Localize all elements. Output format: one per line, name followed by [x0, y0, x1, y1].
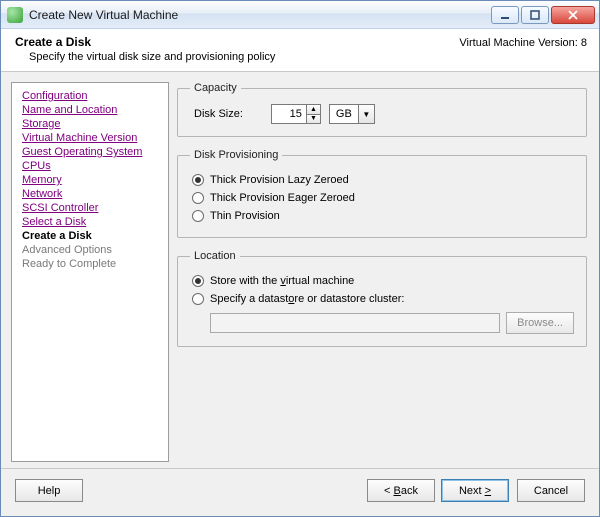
next-button[interactable]: Next > [441, 479, 509, 502]
location-option-with-vm[interactable]: Store with the virtual machine [190, 272, 574, 290]
browse-button: Browse... [506, 312, 574, 334]
radio-icon [192, 275, 204, 287]
close-button[interactable] [551, 6, 595, 24]
sidebar-item-vm-version[interactable]: Virtual Machine Version [12, 131, 168, 145]
location-label: Store with the virtual machine [210, 275, 354, 287]
provisioning-label: Thin Provision [210, 210, 280, 222]
titlebar: Create New Virtual Machine [1, 1, 599, 29]
wizard-body: Configuration Name and Location Storage … [1, 72, 599, 468]
cancel-button[interactable]: Cancel [517, 479, 585, 502]
sidebar-item-memory[interactable]: Memory [12, 173, 168, 187]
datastore-path-input [210, 313, 500, 333]
sidebar-item-cpus[interactable]: CPUs [12, 159, 168, 173]
window-title: Create New Virtual Machine [29, 8, 491, 22]
sidebar-item-name-location[interactable]: Name and Location [12, 103, 168, 117]
sidebar-item-configuration[interactable]: Configuration [12, 89, 168, 103]
back-button[interactable]: < Back [367, 479, 435, 502]
page-title: Create a Disk [15, 35, 275, 49]
maximize-icon [530, 10, 540, 20]
app-icon [7, 7, 23, 23]
capacity-group: Capacity Disk Size: ▲ ▼ GB ▼ [177, 82, 587, 137]
sidebar-item-create-disk: Create a Disk [12, 229, 168, 243]
radio-icon [192, 210, 204, 222]
spinner-up-button[interactable]: ▲ [306, 105, 320, 114]
radio-icon [192, 192, 204, 204]
disk-size-unit-select[interactable]: GB ▼ [329, 104, 375, 124]
provisioning-option-lazy[interactable]: Thick Provision Lazy Zeroed [190, 171, 574, 189]
page-subtitle: Specify the virtual disk size and provis… [29, 51, 275, 63]
provisioning-legend: Disk Provisioning [190, 149, 282, 161]
disk-size-row: Disk Size: ▲ ▼ GB ▼ [190, 104, 574, 124]
wizard-main: Capacity Disk Size: ▲ ▼ GB ▼ [169, 72, 599, 468]
location-group: Location Store with the virtual machine … [177, 250, 587, 347]
sidebar-item-ready: Ready to Complete [12, 257, 168, 271]
help-button[interactable]: Help [15, 479, 83, 502]
sidebar-item-advanced: Advanced Options [12, 243, 168, 257]
provisioning-option-thin[interactable]: Thin Provision [190, 207, 574, 225]
wizard-header: Create a Disk Specify the virtual disk s… [1, 29, 599, 72]
disk-size-unit-value: GB [336, 108, 352, 120]
location-option-specify[interactable]: Specify a datastore or datastore cluster… [190, 290, 574, 308]
spinner-down-button[interactable]: ▼ [306, 114, 320, 124]
sidebar-item-storage[interactable]: Storage [12, 117, 168, 131]
provisioning-label: Thick Provision Eager Zeroed [210, 192, 355, 204]
location-legend: Location [190, 250, 240, 262]
datastore-path-row: Browse... [210, 312, 574, 334]
nav-buttons: < Back Next > [367, 479, 509, 502]
capacity-legend: Capacity [190, 82, 241, 94]
cancel-group: Cancel [517, 479, 585, 502]
minimize-icon [500, 10, 510, 20]
sidebar-item-select-disk[interactable]: Select a Disk [12, 215, 168, 229]
window-controls [491, 6, 595, 24]
sidebar-item-guest-os[interactable]: Guest Operating System [12, 145, 168, 159]
wizard-window: Create New Virtual Machine Create a Disk… [0, 0, 600, 517]
radio-icon [192, 174, 204, 186]
location-label: Specify a datastore or datastore cluster… [210, 293, 404, 305]
close-icon [568, 10, 578, 20]
disk-size-input[interactable] [272, 105, 306, 123]
version-label: Virtual Machine Version: 8 [459, 37, 587, 49]
provisioning-group: Disk Provisioning Thick Provision Lazy Z… [177, 149, 587, 238]
sidebar-item-network[interactable]: Network [12, 187, 168, 201]
disk-size-spinner[interactable]: ▲ ▼ [271, 104, 321, 124]
sidebar-item-scsi[interactable]: SCSI Controller [12, 201, 168, 215]
wizard-footer: Help < Back Next > Cancel [1, 468, 599, 516]
maximize-button[interactable] [521, 6, 549, 24]
wizard-steps-sidebar: Configuration Name and Location Storage … [11, 82, 169, 462]
provisioning-option-eager[interactable]: Thick Provision Eager Zeroed [190, 189, 574, 207]
minimize-button[interactable] [491, 6, 519, 24]
provisioning-label: Thick Provision Lazy Zeroed [210, 174, 349, 186]
spinner-buttons: ▲ ▼ [306, 105, 320, 123]
chevron-down-icon: ▼ [358, 105, 374, 123]
radio-icon [192, 293, 204, 305]
disk-size-label: Disk Size: [194, 108, 243, 120]
header-left: Create a Disk Specify the virtual disk s… [15, 35, 275, 63]
